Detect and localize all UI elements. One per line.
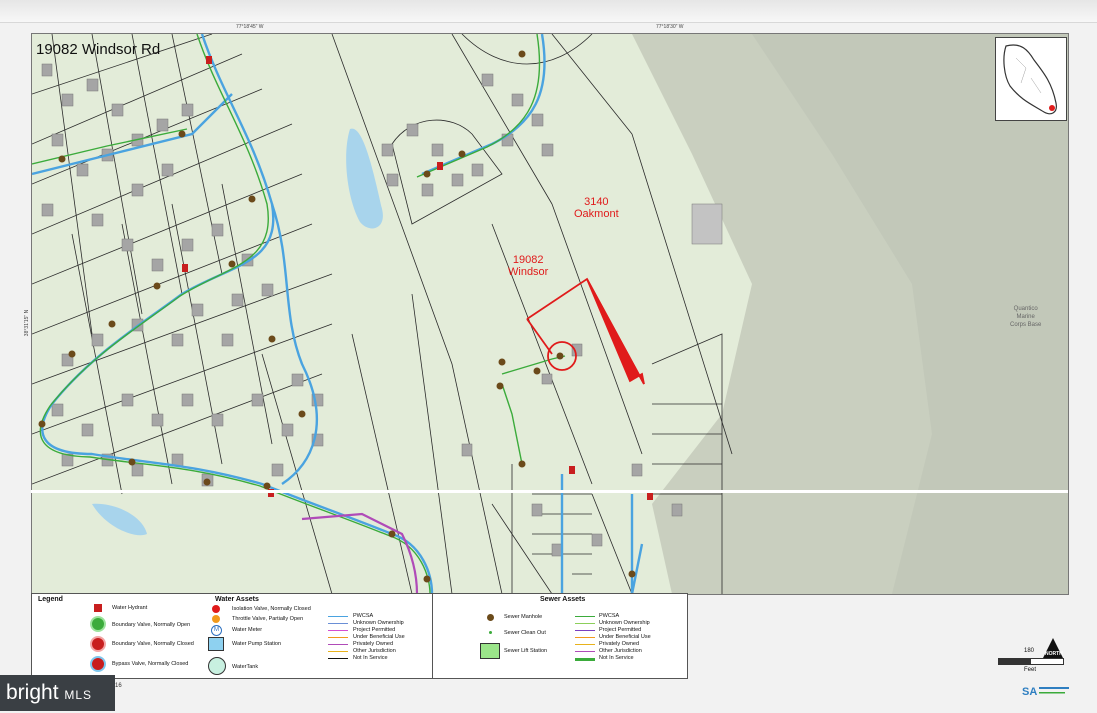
disclaimer-text [1071, 200, 1079, 670]
water-line-pwcsa [328, 616, 348, 617]
throttle-valve-icon [212, 615, 220, 623]
scale-value: 180 [1024, 648, 1035, 654]
legend-sewer-line-3: Under Beneficial Use [599, 634, 651, 640]
water-line-unknown [328, 623, 348, 624]
neighbor-parcel-street: Oakmont [574, 208, 619, 220]
watermark-brand: bright [6, 681, 59, 704]
region-label-line1: Quantico [1013, 306, 1038, 312]
subject-parcel-number: 19082 [512, 254, 544, 266]
region-label-line2: Marine [1016, 314, 1035, 320]
legend-water-line-6: Not In Service [353, 655, 388, 661]
neighbor-parcel-label: 3140 Oakmont [574, 196, 619, 220]
legend-sewer-line-0: PWCSA [599, 613, 620, 619]
scale-unit: Feet [1024, 667, 1037, 673]
legend-water-line-1: Unknown Ownership [353, 620, 404, 626]
legend-divider [432, 594, 433, 678]
water-line-permitted [328, 630, 348, 631]
north-label: NORTH [1045, 651, 1063, 657]
bypass-closed-icon [90, 656, 106, 672]
map-canvas [32, 34, 1068, 594]
legend-boundary-open: Boundary Valve, Normally Open [112, 622, 191, 628]
legend-water-line-3: Under Beneficial Use [353, 634, 405, 640]
locator-shape [1003, 44, 1057, 115]
region-label: Quantico Marine Corps Base [1010, 305, 1041, 329]
legend-sewer-lift: Sewer Lift Station [504, 648, 548, 654]
sewer-clean-out-icon [489, 631, 492, 634]
water-line-private [328, 644, 348, 645]
subject-parcel-street: Windsor [508, 266, 549, 278]
legend-boundary-closed: Boundary Valve, Normally Closed [112, 641, 194, 647]
brightmls-watermark: bright MLS [0, 675, 115, 711]
legend-water-line-0: PWCSA [353, 613, 374, 619]
legend-water-line-4: Privately Owned [353, 641, 394, 647]
legend-throttle-valve: Throttle Valve, Partially Open [232, 616, 304, 622]
isolation-valve-icon [212, 605, 220, 613]
map-legend: Legend Water Hydrant Boundary Valve, Nor… [31, 593, 688, 679]
scale-bar [998, 658, 1064, 665]
legend-water-line-2: Project Permitted [353, 627, 396, 633]
sewer-line-beneficial [575, 637, 595, 638]
hydrant-icon [94, 604, 102, 612]
legend-isolation-valve: Isolation Valve, Normally Closed [232, 606, 311, 612]
legend-water-meter: Water Meter [232, 627, 263, 633]
legend-water-line-5: Other Jurisdiction [353, 648, 396, 654]
sewer-line-other [575, 651, 595, 652]
sewer-line-private [575, 644, 595, 645]
legend-water-pump: Water Pump Station [232, 641, 282, 647]
sewer-line-unknown [575, 623, 595, 624]
water-tank-icon [208, 657, 226, 675]
water-line-not-in-service [328, 658, 348, 659]
water-line-beneficial [328, 637, 348, 638]
top-toolbar [0, 0, 1097, 23]
subject-parcel-label: 19082 Windsor [508, 254, 548, 278]
left-coordinate: 38°31'15" N [24, 309, 31, 337]
region-label-line3: Corps Base [1010, 322, 1042, 328]
legend-sewer-line-6: Not In Service [599, 655, 634, 661]
water-line-other [328, 651, 348, 652]
legend-sewer-clean-out: Sewer Clean Out [504, 630, 546, 636]
utility-map[interactable]: 19082 Windsor Rd 19082 Windsor 3140 Oakm… [31, 33, 1069, 595]
legend-sewer-line-5: Other Jurisdiction [599, 648, 642, 654]
sa-logo-icon: SA [1022, 686, 1069, 698]
top-right-coordinate: 77°18'30" W [656, 24, 684, 30]
water-meter-icon: M [211, 625, 222, 636]
svg-text:SA: SA [1022, 686, 1037, 698]
neighbor-parcel-number: 3140 [584, 196, 609, 208]
water-pump-icon [208, 637, 224, 651]
legend-water-tank: WaterTank [232, 664, 259, 670]
page-separator [31, 490, 1067, 493]
boundary-closed-icon [90, 636, 106, 652]
legend-title: Legend [38, 596, 63, 603]
top-left-coordinate: 77°18'45" W [236, 24, 264, 30]
map-title: 19082 Windsor Rd [36, 41, 161, 58]
sewer-assets-title: Sewer Assets [540, 596, 586, 603]
legend-sewer-manhole: Sewer Manhole [504, 614, 543, 620]
legend-sewer-line-4: Privately Owned [599, 641, 640, 647]
sewer-line-permitted [575, 630, 595, 631]
legend-sewer-line-1: Unknown Ownership [599, 620, 650, 626]
page-number: 16 [115, 683, 122, 689]
sewer-line-pwcsa [575, 616, 595, 617]
watermark-suffix: MLS [64, 688, 93, 702]
sewer-manhole-icon [487, 614, 494, 621]
boundary-open-icon [90, 616, 106, 632]
water-assets-title: Water Assets [215, 596, 259, 603]
legend-hydrant: Water Hydrant [112, 605, 148, 611]
legend-bypass-closed: Bypass Valve, Normally Closed [112, 661, 189, 667]
sewer-line-not-in-service [575, 658, 595, 661]
locator-inset-map [995, 37, 1067, 121]
legend-sewer-line-2: Project Permitted [599, 627, 642, 633]
sewer-lift-icon [480, 643, 500, 659]
